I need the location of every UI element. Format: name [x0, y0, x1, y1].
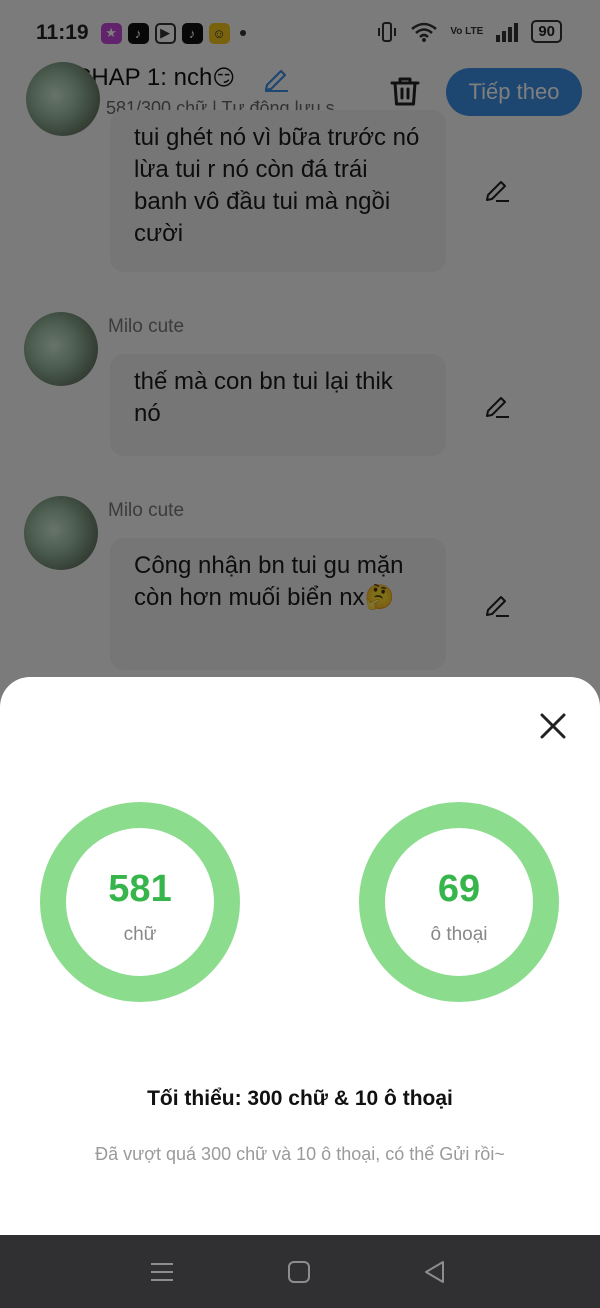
- word-count-value: 581: [108, 868, 172, 910]
- dialogue-count-ring: 69 ô thoại: [359, 802, 559, 1002]
- dialogue-count-value: 69: [437, 868, 481, 910]
- word-count-ring: 581 chữ: [40, 802, 240, 1002]
- minimum-requirement: Tối thiểu: 300 chữ & 10 ô thoại: [147, 1087, 453, 1110]
- word-count-sheet: 581 chữ 69 ô thoại Tối thiểu: 300 chữ & …: [0, 677, 600, 1235]
- back-triangle-icon[interactable]: [422, 1259, 448, 1285]
- home-icon[interactable]: [286, 1259, 312, 1285]
- word-count-label: chữ: [123, 924, 157, 945]
- submit-hint: Đã vượt quá 300 chữ và 10 ô thoại, có th…: [95, 1144, 505, 1164]
- dialogue-count-label: ô thoại: [430, 924, 488, 945]
- menu-icon[interactable]: [149, 1259, 175, 1285]
- close-icon[interactable]: [538, 711, 568, 741]
- system-nav-bar: [0, 1235, 600, 1308]
